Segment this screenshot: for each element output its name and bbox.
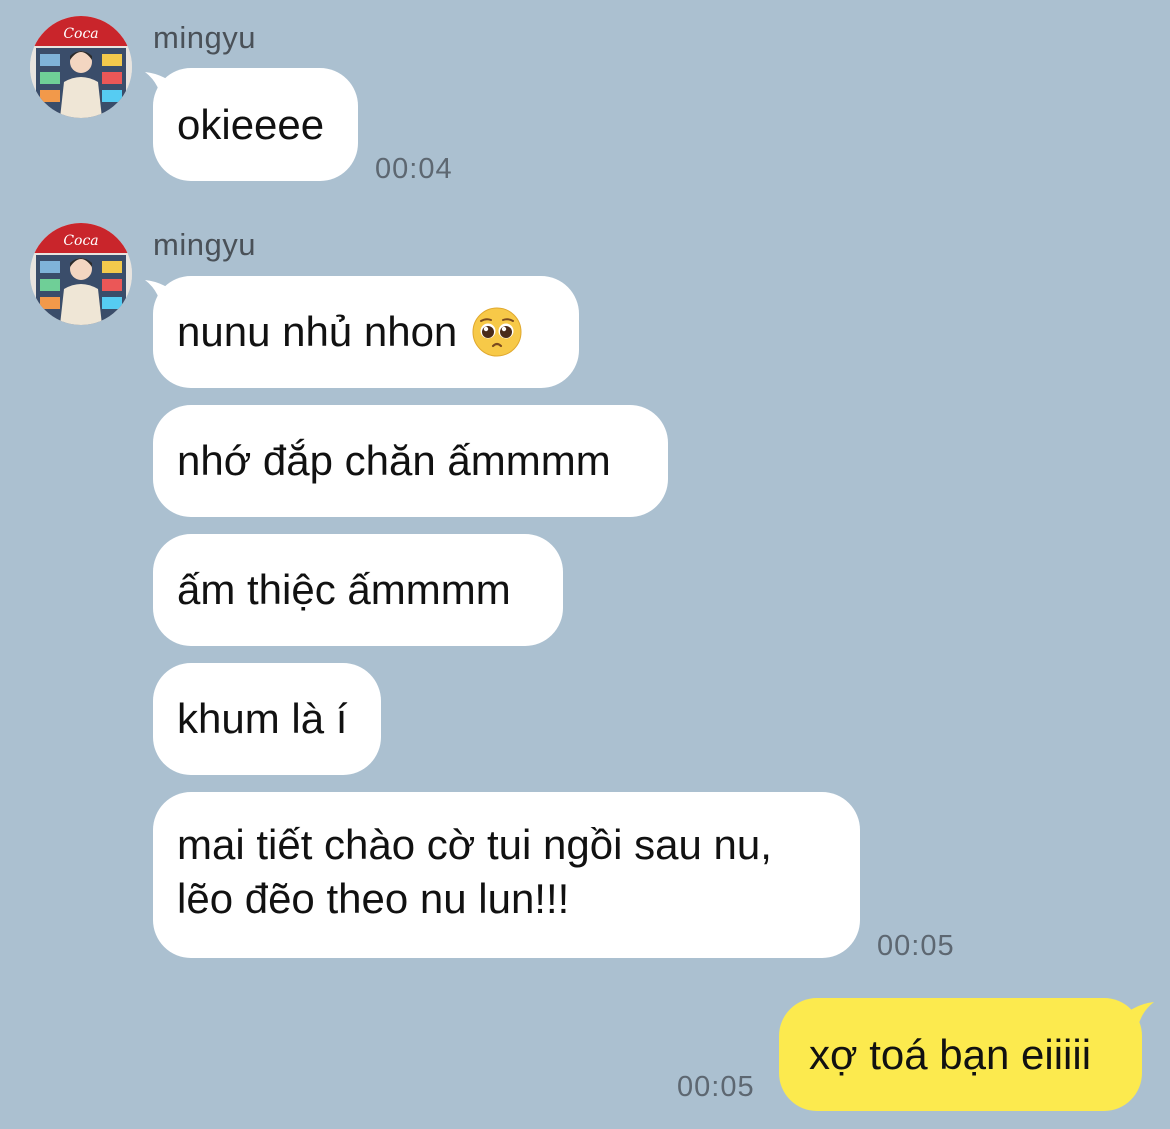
message-text-line: lẽo đẽo theo nu lun!!! [177,875,570,922]
message-text-line: mai tiết chào cờ tui ngồi sau nu, [177,821,772,868]
message-bubble[interactable]: ấm thiệc ấmmmm [153,534,563,646]
message-bubble[interactable]: mai tiết chào cờ tui ngồi sau nu, lẽo đẽ… [153,792,860,958]
svg-text:Coca: Coca [63,26,98,42]
message-bubble[interactable]: okieeee [153,68,358,181]
message-time: 00:04 [375,153,453,185]
svg-text:Coca: Coca [63,233,98,249]
pleading-face-icon [472,307,522,357]
sender-name: mingyu [153,227,256,262]
sender-avatar[interactable]: Coca [30,16,132,118]
message-bubble[interactable]: nunu nhủ nhon [153,276,579,388]
my-message-bubble[interactable]: xợ toá bạn eiiiii [779,998,1142,1111]
sender-avatar[interactable]: Coca [30,223,132,325]
message-time: 00:05 [877,930,955,962]
message-bubble[interactable]: nhớ đắp chăn ấmmmm [153,405,668,517]
sender-name: mingyu [153,20,256,55]
message-text: nunu nhủ nhon [177,308,458,355]
message-bubble[interactable]: khum là í [153,663,381,775]
message-time: 00:05 [677,1071,755,1103]
